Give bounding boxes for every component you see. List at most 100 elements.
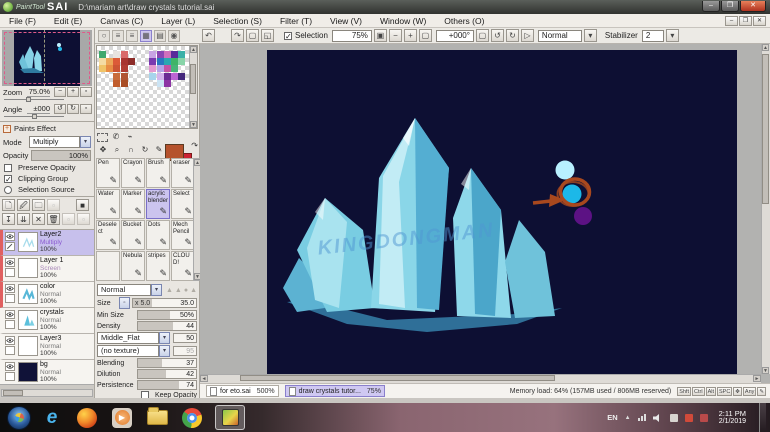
layer-mode-dropdown-icon[interactable]: ▾ xyxy=(80,136,91,148)
zoom-field[interactable]: 75% xyxy=(332,30,372,42)
swatch[interactable] xyxy=(178,73,185,80)
layer-row-crystals[interactable]: crystalsNormal100% xyxy=(0,308,94,334)
swatch-empty[interactable] xyxy=(128,73,135,80)
angle-field[interactable]: +000° xyxy=(436,30,474,42)
layer-thumbnail[interactable] xyxy=(18,258,38,278)
swatch-empty[interactable] xyxy=(149,80,156,87)
swatch[interactable] xyxy=(128,58,135,65)
layer-row-layer2[interactable]: Layer2Multiply100% xyxy=(0,230,94,256)
checkbox-preserve-opacity[interactable] xyxy=(4,164,12,172)
layer-visibility-eye-icon[interactable] xyxy=(5,284,15,293)
layer-paint-indicator[interactable] xyxy=(5,268,15,277)
swatch-empty[interactable] xyxy=(99,80,106,87)
doc-close-button[interactable]: ✕ xyxy=(753,16,766,26)
volume-icon[interactable] xyxy=(653,414,663,422)
brush-tip-icon[interactable]: ▲ xyxy=(166,287,173,294)
scratchpad-icon[interactable]: ▤ xyxy=(154,30,166,42)
nav-zoom-reset-button[interactable]: ▫ xyxy=(80,87,92,97)
start-button[interactable] xyxy=(7,406,31,430)
zoom-reset-button[interactable]: ▢ xyxy=(419,29,432,42)
swatch[interactable] xyxy=(99,65,106,72)
custom-color-icon[interactable]: ◉ xyxy=(168,30,180,42)
swatch[interactable] xyxy=(164,80,171,87)
swatch[interactable] xyxy=(113,73,120,80)
scroll-left-icon[interactable]: ◄ xyxy=(200,375,208,382)
modifier-spc[interactable]: SPC xyxy=(717,387,732,396)
tool-dots[interactable]: Dots✎ xyxy=(146,220,170,250)
scroll-down-icon[interactable]: ▼ xyxy=(762,367,769,374)
layer-visibility-eye-icon[interactable] xyxy=(5,362,15,371)
layer-paint-indicator[interactable] xyxy=(5,372,15,381)
swatch[interactable] xyxy=(149,73,156,80)
language-indicator[interactable]: EN xyxy=(607,413,617,422)
zoom-fit-button[interactable]: ▣ xyxy=(374,29,387,42)
swatch-empty[interactable] xyxy=(99,73,106,80)
swatch-empty[interactable] xyxy=(135,65,142,72)
nav-zoom-in-button[interactable]: + xyxy=(67,87,79,97)
tool-marker[interactable]: Marker✎ xyxy=(121,189,145,219)
layer-paint-indicator[interactable] xyxy=(5,320,15,329)
swatch[interactable] xyxy=(157,80,164,87)
tool-acrylic-blender[interactable]: acrylic blender✎ xyxy=(146,189,170,219)
swatch[interactable] xyxy=(164,65,171,72)
color-wheel-icon[interactable]: ○ xyxy=(98,30,110,42)
swatch[interactable] xyxy=(164,51,171,58)
paint-lower-button[interactable]: ▫ xyxy=(77,213,90,225)
swatch-empty[interactable] xyxy=(142,58,149,65)
menu-item-others[interactable]: Others (O) xyxy=(435,16,493,26)
invert-selection-button[interactable]: ◱ xyxy=(261,29,274,42)
selection-toggle[interactable]: ✓ Selection xyxy=(284,31,328,40)
swatch[interactable] xyxy=(106,65,113,72)
swatch-empty[interactable] xyxy=(135,73,142,80)
swatch-empty[interactable] xyxy=(135,51,142,58)
swatch[interactable] xyxy=(99,58,106,65)
tool-water[interactable]: Water✎ xyxy=(96,189,120,219)
any-key-button[interactable]: Any xyxy=(743,387,756,396)
scroll-up-icon[interactable]: ▲ xyxy=(190,46,197,53)
swap-colors-icon[interactable]: ↷ xyxy=(191,141,198,150)
swatch-empty[interactable] xyxy=(106,80,113,87)
brush-texture-select[interactable]: (no texture) xyxy=(97,345,159,357)
hsv-slider-icon[interactable]: ≡ xyxy=(126,30,138,42)
deselect-button[interactable]: ▢ xyxy=(246,29,259,42)
option-clipping-group[interactable]: ✓Clipping Group xyxy=(0,173,94,184)
swatch[interactable] xyxy=(149,51,156,58)
layer-thumbnail[interactable] xyxy=(18,284,38,304)
tool-pen[interactable]: Pen✎ xyxy=(96,158,120,188)
firefox-icon[interactable] xyxy=(75,406,99,430)
swatch[interactable] xyxy=(149,58,156,65)
opacity-slider[interactable]: 100% xyxy=(31,150,91,161)
tool-select[interactable]: Select✎ xyxy=(171,189,195,219)
rotate-tool-icon[interactable]: ↻ xyxy=(139,145,151,156)
magic-wand-icon[interactable]: ⌁ xyxy=(124,132,136,143)
tool-mech-pencil[interactable]: Mech Pencil✎ xyxy=(171,220,195,250)
menu-item-canvas[interactable]: Canvas (C) xyxy=(91,16,152,26)
swatch-empty[interactable] xyxy=(128,80,135,87)
fill-layer-button[interactable]: ■ xyxy=(76,199,89,211)
brush-tip-icon[interactable]: ● xyxy=(184,287,188,294)
swatch[interactable] xyxy=(171,65,178,72)
layer-mask-button[interactable]: ▫ xyxy=(47,199,60,211)
menu-item-window[interactable]: Window (W) xyxy=(371,16,435,26)
cursor-mode-icon[interactable]: ✥ xyxy=(733,387,742,396)
swatch-empty[interactable] xyxy=(171,80,178,87)
angle-reset-button[interactable]: ▢ xyxy=(476,29,489,42)
size-slider[interactable]: x 5.0 35.0 xyxy=(132,298,197,308)
navigator-zoom-slider[interactable] xyxy=(4,97,64,102)
swatch[interactable] xyxy=(121,65,128,72)
navigator-preview[interactable] xyxy=(2,30,92,86)
nav-angle-reset-button[interactable]: ▫ xyxy=(80,104,92,114)
action-center-icon[interactable] xyxy=(670,414,678,422)
menu-item-filter[interactable]: Filter (T) xyxy=(271,16,321,26)
navigator-angle-slider[interactable] xyxy=(4,114,64,119)
blend-mode-select[interactable]: Normal xyxy=(538,30,582,42)
swatch[interactable] xyxy=(178,51,185,58)
modifier-ctrl[interactable]: Ctrl xyxy=(692,387,705,396)
layer-visibility-eye-icon[interactable] xyxy=(5,310,15,319)
size-unit-button[interactable]: ▫ xyxy=(119,297,130,309)
brush-shape-strength[interactable]: 50 xyxy=(173,333,197,343)
nav-rotate-cw-button[interactable]: ↻ xyxy=(67,104,79,114)
canvas-tab-for-eto-sai[interactable]: for eto.sai500% xyxy=(206,385,279,397)
swatch[interactable] xyxy=(178,58,185,65)
param-slider[interactable]: 37 xyxy=(137,358,197,368)
